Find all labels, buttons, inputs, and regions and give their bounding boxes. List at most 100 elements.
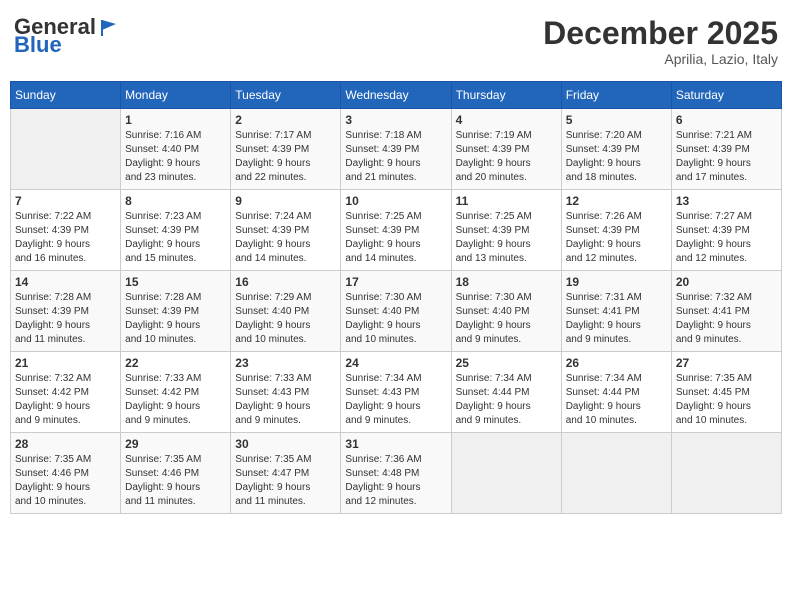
day-info: Sunrise: 7:24 AM Sunset: 4:39 PM Dayligh…	[235, 210, 336, 266]
day-number: 5	[566, 113, 667, 127]
day-info: Sunrise: 7:32 AM Sunset: 4:41 PM Dayligh…	[676, 291, 777, 347]
logo-blue-text: Blue	[14, 34, 62, 56]
day-number: 26	[566, 356, 667, 370]
day-info: Sunrise: 7:28 AM Sunset: 4:39 PM Dayligh…	[15, 291, 116, 347]
calendar-cell: 4Sunrise: 7:19 AM Sunset: 4:39 PM Daylig…	[451, 109, 561, 190]
weekday-header-saturday: Saturday	[671, 82, 781, 109]
calendar-cell: 6Sunrise: 7:21 AM Sunset: 4:39 PM Daylig…	[671, 109, 781, 190]
month-title: December 2025	[543, 16, 778, 51]
weekday-header-row: SundayMondayTuesdayWednesdayThursdayFrid…	[11, 82, 782, 109]
weekday-header-wednesday: Wednesday	[341, 82, 451, 109]
calendar-cell: 16Sunrise: 7:29 AM Sunset: 4:40 PM Dayli…	[231, 271, 341, 352]
day-info: Sunrise: 7:28 AM Sunset: 4:39 PM Dayligh…	[125, 291, 226, 347]
day-number: 19	[566, 275, 667, 289]
day-info: Sunrise: 7:31 AM Sunset: 4:41 PM Dayligh…	[566, 291, 667, 347]
day-info: Sunrise: 7:35 AM Sunset: 4:46 PM Dayligh…	[15, 453, 116, 509]
day-info: Sunrise: 7:34 AM Sunset: 4:44 PM Dayligh…	[456, 372, 557, 428]
weekday-header-thursday: Thursday	[451, 82, 561, 109]
day-number: 30	[235, 437, 336, 451]
day-number: 9	[235, 194, 336, 208]
day-info: Sunrise: 7:25 AM Sunset: 4:39 PM Dayligh…	[345, 210, 446, 266]
weekday-header-friday: Friday	[561, 82, 671, 109]
calendar-cell: 20Sunrise: 7:32 AM Sunset: 4:41 PM Dayli…	[671, 271, 781, 352]
day-info: Sunrise: 7:30 AM Sunset: 4:40 PM Dayligh…	[456, 291, 557, 347]
title-block: December 2025 Aprilia, Lazio, Italy	[543, 16, 778, 67]
calendar-week-1: 1 Sunrise: 7:16 AM Sunset: 4:40 PM Daylig…	[11, 109, 782, 190]
day-number: 21	[15, 356, 116, 370]
day-info: Sunrise: 7:22 AM Sunset: 4:39 PM Dayligh…	[15, 210, 116, 266]
calendar-cell: 14 Sunrise: 7:28 AM Sunset: 4:39 PM Dayli…	[11, 271, 121, 352]
day-number: 14	[15, 275, 116, 289]
day-info: Sunrise: 7:32 AM Sunset: 4:42 PM Dayligh…	[15, 372, 116, 428]
day-info: Sunrise: 7:26 AM Sunset: 4:39 PM Dayligh…	[566, 210, 667, 266]
day-number: 18	[456, 275, 557, 289]
day-info: Sunrise: 7:25 AM Sunset: 4:39 PM Dayligh…	[456, 210, 557, 266]
calendar-cell: 30 Sunrise: 7:35 AM Sunset: 4:47 PM Dayli…	[231, 433, 341, 514]
day-number: 12	[566, 194, 667, 208]
day-number: 22	[125, 356, 226, 370]
calendar-cell: 15 Sunrise: 7:28 AM Sunset: 4:39 PM Dayli…	[121, 271, 231, 352]
calendar-cell	[11, 109, 121, 190]
day-number: 2	[235, 113, 336, 127]
day-info: Sunrise: 7:17 AM Sunset: 4:39 PM Dayligh…	[235, 129, 336, 185]
day-number: 3	[345, 113, 446, 127]
calendar-cell	[451, 433, 561, 514]
day-number: 15	[125, 275, 226, 289]
day-info: Sunrise: 7:34 AM Sunset: 4:43 PM Dayligh…	[345, 372, 446, 428]
calendar-cell: 28Sunrise: 7:35 AM Sunset: 4:46 PM Dayli…	[11, 433, 121, 514]
calendar-cell: 18 Sunrise: 7:30 AM Sunset: 4:40 PM Dayli…	[451, 271, 561, 352]
day-number: 8	[125, 194, 226, 208]
day-number: 16	[235, 275, 336, 289]
weekday-header-tuesday: Tuesday	[231, 82, 341, 109]
day-number: 27	[676, 356, 777, 370]
calendar-cell: 12 Sunrise: 7:26 AM Sunset: 4:39 PM Dayli…	[561, 190, 671, 271]
calendar-cell: 25 Sunrise: 7:34 AM Sunset: 4:44 PM Dayli…	[451, 352, 561, 433]
day-info: Sunrise: 7:16 AM Sunset: 4:40 PM Dayligh…	[125, 129, 226, 185]
day-number: 25	[456, 356, 557, 370]
calendar-week-5: 28Sunrise: 7:35 AM Sunset: 4:46 PM Dayli…	[11, 433, 782, 514]
calendar-cell: 21 Sunrise: 7:32 AM Sunset: 4:42 PM Dayli…	[11, 352, 121, 433]
calendar-cell: 22 Sunrise: 7:33 AM Sunset: 4:42 PM Dayli…	[121, 352, 231, 433]
calendar-table: SundayMondayTuesdayWednesdayThursdayFrid…	[10, 81, 782, 514]
day-info: Sunrise: 7:20 AM Sunset: 4:39 PM Dayligh…	[566, 129, 667, 185]
weekday-header-sunday: Sunday	[11, 82, 121, 109]
day-info: Sunrise: 7:36 AM Sunset: 4:48 PM Dayligh…	[345, 453, 446, 509]
logo-flag-icon	[98, 16, 120, 38]
calendar-cell: 26Sunrise: 7:34 AM Sunset: 4:44 PM Dayli…	[561, 352, 671, 433]
calendar-week-2: 7 Sunrise: 7:22 AM Sunset: 4:39 PM Daylig…	[11, 190, 782, 271]
calendar-cell: 7 Sunrise: 7:22 AM Sunset: 4:39 PM Daylig…	[11, 190, 121, 271]
day-info: Sunrise: 7:23 AM Sunset: 4:39 PM Dayligh…	[125, 210, 226, 266]
calendar-cell: 2 Sunrise: 7:17 AM Sunset: 4:39 PM Daylig…	[231, 109, 341, 190]
page-header: General Blue December 2025 Aprilia, Lazi…	[10, 10, 782, 73]
day-info: Sunrise: 7:33 AM Sunset: 4:42 PM Dayligh…	[125, 372, 226, 428]
calendar-week-3: 14 Sunrise: 7:28 AM Sunset: 4:39 PM Dayli…	[11, 271, 782, 352]
calendar-week-4: 21 Sunrise: 7:32 AM Sunset: 4:42 PM Dayli…	[11, 352, 782, 433]
day-number: 31	[345, 437, 446, 451]
calendar-cell: 9 Sunrise: 7:24 AM Sunset: 4:39 PM Daylig…	[231, 190, 341, 271]
day-info: Sunrise: 7:33 AM Sunset: 4:43 PM Dayligh…	[235, 372, 336, 428]
calendar-cell	[561, 433, 671, 514]
calendar-cell: 17Sunrise: 7:30 AM Sunset: 4:40 PM Dayli…	[341, 271, 451, 352]
calendar-cell: 1 Sunrise: 7:16 AM Sunset: 4:40 PM Daylig…	[121, 109, 231, 190]
day-number: 11	[456, 194, 557, 208]
day-number: 1	[125, 113, 226, 127]
day-number: 13	[676, 194, 777, 208]
day-number: 10	[345, 194, 446, 208]
calendar-cell: 5 Sunrise: 7:20 AM Sunset: 4:39 PM Daylig…	[561, 109, 671, 190]
calendar-cell: 11 Sunrise: 7:25 AM Sunset: 4:39 PM Dayli…	[451, 190, 561, 271]
day-number: 24	[345, 356, 446, 370]
calendar-cell: 3 Sunrise: 7:18 AM Sunset: 4:39 PM Daylig…	[341, 109, 451, 190]
calendar-cell: 24 Sunrise: 7:34 AM Sunset: 4:43 PM Dayli…	[341, 352, 451, 433]
day-number: 7	[15, 194, 116, 208]
day-info: Sunrise: 7:35 AM Sunset: 4:46 PM Dayligh…	[125, 453, 226, 509]
day-number: 4	[456, 113, 557, 127]
calendar-cell: 29Sunrise: 7:35 AM Sunset: 4:46 PM Dayli…	[121, 433, 231, 514]
day-info: Sunrise: 7:35 AM Sunset: 4:47 PM Dayligh…	[235, 453, 336, 509]
day-info: Sunrise: 7:18 AM Sunset: 4:39 PM Dayligh…	[345, 129, 446, 185]
calendar-cell: 10 Sunrise: 7:25 AM Sunset: 4:39 PM Dayli…	[341, 190, 451, 271]
calendar-cell: 31 Sunrise: 7:36 AM Sunset: 4:48 PM Dayli…	[341, 433, 451, 514]
logo: General Blue	[14, 16, 120, 56]
weekday-header-monday: Monday	[121, 82, 231, 109]
day-info: Sunrise: 7:27 AM Sunset: 4:39 PM Dayligh…	[676, 210, 777, 266]
day-number: 6	[676, 113, 777, 127]
